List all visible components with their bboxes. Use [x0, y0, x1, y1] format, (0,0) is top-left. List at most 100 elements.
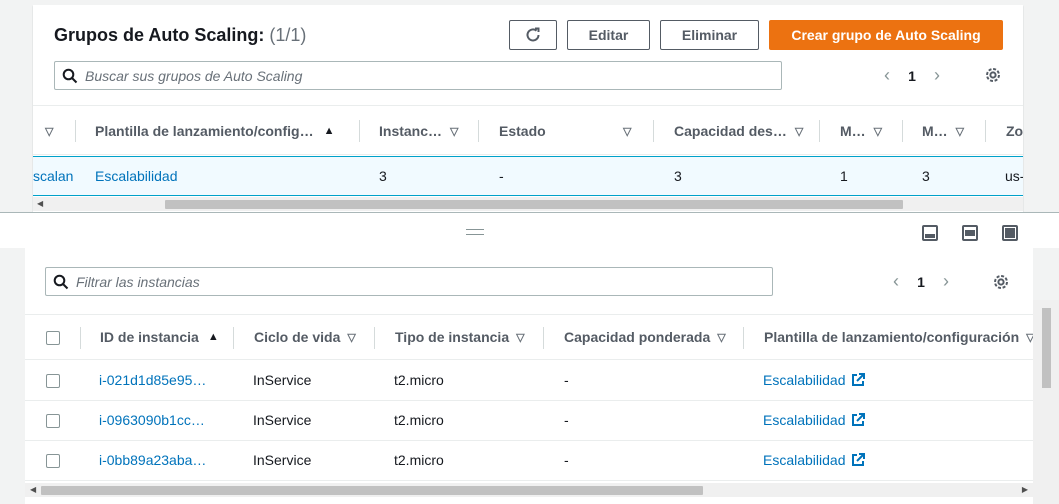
- chevron-left-icon[interactable]: ‹: [881, 271, 911, 292]
- chevron-left-icon[interactable]: ‹: [872, 65, 902, 86]
- panel-header: Grupos de Auto Scaling: (1/1) Editar Eli…: [33, 5, 1023, 105]
- sort-icon: ▽: [516, 331, 525, 344]
- row-checkbox[interactable]: [46, 374, 60, 388]
- sort-filter-icon[interactable]: ▽: [45, 106, 53, 156]
- column-desired-capacity[interactable]: Capacidad des… ▽: [674, 106, 803, 156]
- column-instance-id[interactable]: ID de instancia ▲: [100, 315, 219, 359]
- column-label: ID de instancia: [100, 329, 199, 345]
- sort-icon: ▽: [873, 125, 883, 138]
- scrollbar-thumb[interactable]: [165, 200, 903, 209]
- column-lifecycle[interactable]: Ciclo de vida ▽: [254, 315, 356, 359]
- lifecycle-cell: InService: [253, 452, 312, 468]
- column-divider[interactable]: [543, 327, 544, 349]
- instance-id-cell[interactable]: i-021d1d85e95…: [99, 361, 206, 399]
- page-title: Grupos de Auto Scaling: (1/1): [54, 25, 306, 46]
- column-status[interactable]: Estado: [499, 106, 546, 156]
- table-row[interactable]: i-0bb89a23aba… InService t2.micro - Esca…: [25, 441, 1033, 481]
- table-row-selected[interactable]: scalan Escalabilidad 3 - 3 1 3 us-: [33, 156, 1023, 196]
- launch-template-cell[interactable]: Escalabilidad: [95, 157, 178, 195]
- delete-button[interactable]: Eliminar: [660, 20, 759, 50]
- chevron-right-icon[interactable]: ›: [931, 271, 961, 292]
- column-label: Plantilla de lanzamiento/config…: [95, 123, 314, 139]
- gear-icon[interactable]: [991, 272, 1011, 292]
- column-label: Tipo de instancia: [395, 329, 510, 345]
- group-name-cell[interactable]: scalan: [33, 157, 73, 195]
- layout-middle-icon[interactable]: [962, 225, 978, 241]
- column-weighted-capacity[interactable]: Capacidad ponderada ▽: [564, 315, 726, 359]
- lifecycle-cell: InService: [253, 372, 312, 388]
- instance-type-cell: t2.micro: [394, 412, 444, 428]
- column-label: Estado: [499, 123, 546, 139]
- launch-template-cell[interactable]: Escalabilidad: [763, 401, 865, 439]
- horizontal-scrollbar[interactable]: ◀ ▶: [25, 483, 1033, 497]
- launch-template-cell[interactable]: Escalabilidad: [763, 441, 865, 479]
- sort-ascending-icon: ▲: [323, 125, 335, 137]
- select-all-checkbox[interactable]: [46, 331, 60, 345]
- sort-icon: ▽: [347, 331, 356, 344]
- column-divider[interactable]: [653, 120, 654, 142]
- vertical-scrollbar[interactable]: [1033, 300, 1059, 504]
- sort-icon[interactable]: ▽: [623, 106, 631, 156]
- scrollbar-thumb[interactable]: [1042, 308, 1051, 388]
- column-divider[interactable]: [985, 120, 986, 142]
- scroll-left-icon[interactable]: ◀: [37, 197, 43, 211]
- external-link-icon: [851, 373, 865, 386]
- column-divider[interactable]: [233, 327, 234, 349]
- horizontal-scrollbar[interactable]: ◀: [33, 197, 1023, 211]
- column-divider[interactable]: [75, 120, 76, 142]
- column-divider[interactable]: [374, 327, 375, 349]
- column-max[interactable]: M… ▽: [922, 106, 964, 156]
- filter-instances-input[interactable]: Filtrar las instancias: [45, 267, 773, 296]
- max-cell: 3: [922, 168, 930, 184]
- sort-icon: ▽: [1026, 331, 1033, 344]
- column-divider[interactable]: [478, 120, 479, 142]
- sort-icon: ▽: [450, 125, 459, 138]
- pagination: ‹ 1 ›: [881, 271, 961, 292]
- title-count: (1/1): [269, 25, 307, 45]
- edit-button[interactable]: Editar: [567, 20, 650, 50]
- column-launch-template[interactable]: Plantilla de lanzamiento/configuración ▽: [764, 315, 1033, 359]
- scrollbar-thumb[interactable]: [41, 486, 703, 495]
- weighted-capacity-cell: -: [564, 452, 569, 468]
- instance-id-cell[interactable]: i-0bb89a23aba…: [99, 441, 206, 479]
- page-number[interactable]: 1: [902, 68, 922, 84]
- row-checkbox[interactable]: [46, 454, 60, 468]
- scroll-left-icon[interactable]: ◀: [30, 483, 36, 497]
- resize-handle-icon[interactable]: [466, 229, 484, 235]
- column-launch-template[interactable]: Plantilla de lanzamiento/config… ▲: [95, 106, 334, 156]
- column-min[interactable]: M… ▽: [840, 106, 882, 156]
- table-row[interactable]: i-0963090b1cc… InService t2.micro - Esca…: [25, 401, 1033, 441]
- table-row[interactable]: i-021d1d85e95… InService t2.micro - Esca…: [25, 361, 1033, 401]
- column-instances[interactable]: Instanc… ▽: [379, 106, 458, 156]
- instances-panel: Filtrar las instancias ‹ 1 › ID de insta…: [25, 248, 1033, 504]
- search-placeholder: Buscar sus grupos de Auto Scaling: [85, 67, 303, 84]
- desired-capacity-cell: 3: [674, 168, 682, 184]
- row-checkbox[interactable]: [46, 414, 60, 428]
- column-divider[interactable]: [359, 120, 360, 142]
- layout-bottom-icon[interactable]: [922, 225, 938, 241]
- column-zone[interactable]: Zo: [1006, 106, 1023, 156]
- table-header: ID de instancia ▲ Ciclo de vida ▽ Tipo d…: [25, 314, 1033, 360]
- column-divider[interactable]: [743, 327, 744, 349]
- instances-cell: 3: [379, 168, 387, 184]
- column-divider[interactable]: [819, 120, 820, 142]
- create-auto-scaling-group-button[interactable]: Crear grupo de Auto Scaling: [769, 20, 1003, 50]
- scroll-right-icon[interactable]: ▶: [1022, 483, 1028, 497]
- column-instance-type[interactable]: Tipo de instancia ▽: [395, 315, 525, 359]
- weighted-capacity-cell: -: [564, 412, 569, 428]
- column-label: Capacidad ponderada: [564, 329, 711, 345]
- refresh-icon: [526, 27, 540, 42]
- column-divider[interactable]: [80, 327, 81, 349]
- gear-icon[interactable]: [983, 65, 1003, 85]
- pagination: ‹ 1 ›: [872, 65, 952, 86]
- chevron-right-icon[interactable]: ›: [922, 65, 952, 86]
- split-panel-divider[interactable]: [0, 212, 1059, 248]
- instance-id-cell[interactable]: i-0963090b1cc…: [99, 401, 205, 439]
- search-input[interactable]: Buscar sus grupos de Auto Scaling: [54, 61, 782, 90]
- page-number[interactable]: 1: [911, 274, 931, 290]
- column-divider[interactable]: [902, 120, 903, 142]
- refresh-button[interactable]: [509, 20, 557, 50]
- min-cell: 1: [840, 168, 848, 184]
- layout-full-icon[interactable]: [1002, 225, 1018, 241]
- launch-template-cell[interactable]: Escalabilidad: [763, 361, 865, 399]
